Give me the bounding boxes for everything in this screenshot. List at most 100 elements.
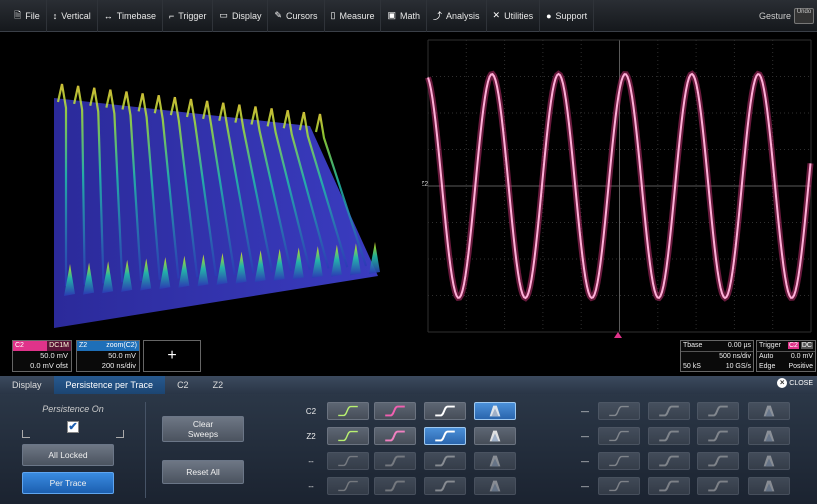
reset-all-button[interactable]: Reset All bbox=[162, 460, 244, 484]
z2-tdiv: 200 ns/div bbox=[101, 361, 136, 370]
persistence-style-3d-button[interactable] bbox=[748, 427, 790, 445]
persistence-on-checkbox[interactable]: ✔ bbox=[67, 421, 79, 433]
menu-measure[interactable]: ▯ Measure bbox=[325, 0, 382, 32]
menu-display[interactable]: ▭ Display bbox=[213, 0, 269, 32]
menu-analysis[interactable]: ⤴ Analysis bbox=[427, 0, 487, 32]
menu-cursors[interactable]: ✎ Cursors bbox=[268, 0, 325, 32]
trigger-channel: C2 bbox=[787, 342, 799, 349]
z2-descriptor[interactable]: Z2 zoom(C2) 50.0 mV 200 ns/div bbox=[76, 340, 140, 372]
menu-bar: 🗎 File ↕ Vertical ↔ Timebase ⌐ Trigger ▭ Display ✎… bbox=[0, 0, 817, 32]
persistence-spike bbox=[369, 242, 380, 274]
persistence-style-analog-button[interactable] bbox=[598, 402, 640, 420]
trigger-position-marker bbox=[614, 332, 622, 338]
persistence-3d-plot bbox=[54, 83, 380, 328]
persistence-style-analog-button[interactable] bbox=[327, 402, 369, 420]
utilities-icon: ✕ bbox=[492, 10, 501, 20]
persistence-style-3d-button[interactable] bbox=[748, 477, 790, 495]
trace-row-label: -- bbox=[308, 457, 314, 466]
c2-vdiv: 50.0 mV bbox=[40, 351, 68, 360]
persistence-style-analog-button[interactable] bbox=[598, 477, 640, 495]
trace-row-dash: — bbox=[581, 457, 589, 466]
tab-z2[interactable]: Z2 bbox=[201, 376, 236, 394]
persistence-style-3d-button[interactable] bbox=[748, 452, 790, 470]
undo-button[interactable]: Undo bbox=[794, 8, 814, 24]
persistence-style-3d-button[interactable] bbox=[474, 402, 516, 420]
trigger-mode: Auto bbox=[759, 353, 774, 360]
persistence-style-intensity-button[interactable] bbox=[424, 452, 466, 470]
persistence-style-3d-button[interactable] bbox=[474, 477, 516, 495]
persistence-style-intensity-button[interactable] bbox=[697, 402, 739, 420]
menu-timebase[interactable]: ↔ Timebase bbox=[98, 0, 163, 32]
waveform-grid: Z2 bbox=[420, 36, 817, 338]
menu-label: Trigger bbox=[178, 10, 207, 21]
persistence-dialog: Persistence On ✔ All Locked Per Trace Cl… bbox=[0, 394, 817, 504]
persistence-style-intensity-button[interactable] bbox=[424, 477, 466, 495]
trigger-label: Trigger bbox=[759, 342, 781, 349]
persistence-style-color-button[interactable] bbox=[648, 427, 690, 445]
persistence-style-color-button[interactable] bbox=[648, 402, 690, 420]
menu-label: Vertical bbox=[61, 10, 91, 21]
menu-label: File bbox=[25, 10, 40, 21]
menu-trigger[interactable]: ⌐ Trigger bbox=[163, 0, 214, 32]
bracket-left bbox=[22, 430, 30, 438]
menu-vertical[interactable]: ↕ Vertical bbox=[47, 0, 98, 32]
persistence-style-intensity-button[interactable] bbox=[697, 452, 739, 470]
gesture-label: Gesture bbox=[758, 11, 791, 21]
persistence-style-analog-button[interactable] bbox=[327, 477, 369, 495]
file-icon: 🗎 bbox=[14, 9, 22, 20]
trigger-coupling: DC bbox=[800, 342, 813, 349]
persistence-style-color-button[interactable] bbox=[648, 452, 690, 470]
trigger-icon: ⌐ bbox=[168, 10, 175, 21]
divider bbox=[145, 402, 146, 498]
persistence-style-3d-button[interactable] bbox=[474, 452, 516, 470]
menu-label: Support bbox=[555, 10, 588, 21]
c2-descriptor[interactable]: C2 DC1M 50.0 mV 0.0 mV ofst bbox=[12, 340, 72, 372]
persistence-style-3d-button[interactable] bbox=[748, 402, 790, 420]
analysis-icon: ⤴ bbox=[433, 11, 443, 21]
persistence-style-color-button[interactable] bbox=[374, 452, 416, 470]
tab-c2[interactable]: C2 bbox=[165, 376, 201, 394]
add-trace-button[interactable]: + bbox=[143, 340, 201, 372]
persistence-style-analog-button[interactable] bbox=[327, 452, 369, 470]
clear-sweeps-button[interactable]: Clear Sweeps bbox=[162, 416, 244, 442]
close-button[interactable]: × CLOSE bbox=[777, 378, 813, 388]
timebase-descriptor[interactable]: Tbase 0.00 µs 500 ns/div 50 kS 10 GS/s bbox=[680, 340, 754, 372]
timebase-icon: ↔ bbox=[103, 10, 113, 21]
persistence-style-analog-button[interactable] bbox=[327, 427, 369, 445]
menu-label: Timebase bbox=[116, 10, 156, 21]
menu-math[interactable]: ▣ Math bbox=[381, 0, 428, 32]
persistence-style-color-button[interactable] bbox=[374, 402, 416, 420]
close-label: CLOSE bbox=[789, 379, 813, 387]
persistence-style-color-button[interactable] bbox=[374, 477, 416, 495]
all-locked-button[interactable]: All Locked bbox=[22, 444, 114, 466]
c2-name: C2 bbox=[13, 341, 48, 351]
persistence-style-color-button[interactable] bbox=[648, 477, 690, 495]
persistence-style-intensity-button[interactable] bbox=[697, 427, 739, 445]
z2-vdiv: 50.0 mV bbox=[108, 351, 136, 360]
tab-display[interactable]: Display bbox=[0, 376, 54, 394]
menu-file[interactable]: 🗎 File bbox=[8, 0, 47, 32]
trace-marker-label: Z2 bbox=[422, 181, 428, 188]
trigger-descriptor[interactable]: Trigger C2 DC Auto 0.0 mV Edge Positive bbox=[756, 340, 816, 372]
timebase-samples: 50 kS bbox=[683, 363, 701, 370]
math-icon: ▣ bbox=[387, 10, 396, 20]
trace-row-label: C2 bbox=[305, 407, 317, 416]
persistence-style-analog-button[interactable] bbox=[598, 452, 640, 470]
trigger-level: 0.0 mV bbox=[790, 353, 813, 360]
persistence-style-analog-button[interactable] bbox=[598, 427, 640, 445]
per-trace-button[interactable]: Per Trace bbox=[22, 472, 114, 494]
persistence-style-intensity-button[interactable] bbox=[697, 477, 739, 495]
menu-support[interactable]: ● Support bbox=[540, 0, 595, 32]
tab-persistence-per-trace[interactable]: Persistence per Trace bbox=[53, 376, 166, 394]
persistence-style-intensity-button[interactable] bbox=[424, 427, 466, 445]
dialog-tab-bar: Display Persistence per Trace C2 Z2 bbox=[0, 376, 817, 394]
persistence-3d-display bbox=[10, 36, 412, 332]
timebase-label: Tbase bbox=[683, 342, 703, 349]
persistence-style-3d-button[interactable] bbox=[474, 427, 516, 445]
trace-row-dash: — bbox=[581, 482, 589, 491]
menu-utilities[interactable]: ✕ Utilities bbox=[487, 0, 541, 32]
trace-row-dash: — bbox=[581, 432, 589, 441]
persistence-style-intensity-button[interactable] bbox=[424, 402, 466, 420]
z2-name: Z2 bbox=[79, 342, 88, 349]
persistence-style-color-button[interactable] bbox=[374, 427, 416, 445]
